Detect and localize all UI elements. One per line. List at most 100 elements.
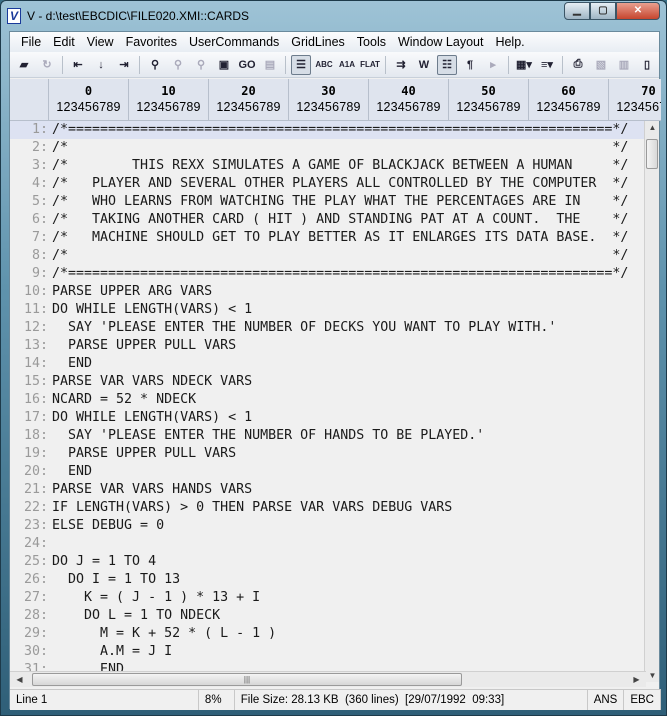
vertical-scrollbar[interactable]: ▲ ▼ (644, 121, 659, 682)
line-text[interactable]: M = K + 52 * ( L - 1 ) (48, 625, 276, 643)
code-line[interactable]: 20: END (10, 463, 646, 481)
line-text[interactable]: ELSE DEBUG = 0 (48, 517, 164, 535)
code-line[interactable]: 7:/* MACHINE SHOULD GET TO PLAY BETTER A… (10, 229, 646, 247)
line-text[interactable]: /* THIS REXX SIMULATES A GAME OF BLACKJA… (48, 157, 628, 175)
line-text[interactable] (48, 535, 52, 553)
line-text[interactable]: K = ( J - 1 ) * 13 + I (48, 589, 260, 607)
code-line[interactable]: 15: PARSE VAR VARS NDECK VARS (10, 373, 646, 391)
menu-window-layout[interactable]: Window Layout (392, 35, 489, 49)
line-text[interactable]: /* TAKING ANOTHER CARD ( HIT ) AND STAND… (48, 211, 628, 229)
code-line[interactable]: 1:/*====================================… (10, 121, 646, 139)
code-line[interactable]: 5:/* WHO LEARNS FROM WATCHING THE PLAY W… (10, 193, 646, 211)
find-button[interactable]: ⚲ (145, 55, 165, 75)
menu-gridlines[interactable]: GridLines (285, 35, 351, 49)
print-preview-button[interactable]: ▧ (591, 55, 611, 75)
line-text[interactable]: PARSE UPPER ARG VARS (48, 283, 212, 301)
next-file-button[interactable]: ⇥ (114, 55, 134, 75)
line-text[interactable]: A.M = J I (48, 643, 172, 661)
line-text[interactable]: /* */ (48, 139, 628, 157)
code-line[interactable]: 14: END (10, 355, 646, 373)
menu-tools[interactable]: Tools (351, 35, 392, 49)
code-line[interactable]: 22: IF LENGTH(VARS) > 0 THEN PARSE VAR VA… (10, 499, 646, 517)
code-line[interactable]: 16: NCARD = 52 * NDECK (10, 391, 646, 409)
line-text[interactable]: SAY 'PLEASE ENTER THE NUMBER OF DECKS YO… (48, 319, 556, 337)
code-line[interactable]: 27: K = ( J - 1 ) * 13 + I (10, 589, 646, 607)
code-line[interactable]: 23: ELSE DEBUG = 0 (10, 517, 646, 535)
pilcrow-button[interactable]: ¶ (460, 55, 480, 75)
menu-view[interactable]: View (81, 35, 120, 49)
line-text[interactable]: PARSE VAR VARS NDECK VARS (48, 373, 252, 391)
menu-help[interactable]: Help. (489, 35, 530, 49)
reload-button[interactable]: ↻ (37, 55, 57, 75)
line-text[interactable]: /* */ (48, 247, 628, 265)
line-text[interactable]: DO J = 1 TO 4 (48, 553, 156, 571)
paste-button[interactable]: ▤ (260, 55, 280, 75)
text-editor[interactable]: 1:/*====================================… (10, 121, 646, 671)
layout-button[interactable]: ▦▾ (514, 55, 534, 75)
hex-button[interactable]: A1A (337, 55, 357, 75)
code-line[interactable]: 31: END (10, 661, 646, 671)
scroll-right-icon[interactable]: ▶ (629, 675, 644, 684)
line-text[interactable]: /*======================================… (48, 265, 628, 283)
open-folder-button[interactable]: ▰ (14, 55, 34, 75)
export-button[interactable]: ▥ (614, 55, 634, 75)
code-line[interactable]: 2:/* */ (10, 139, 646, 157)
close-button[interactable]: ✕ (616, 2, 660, 20)
abc-def-button[interactable]: ABC (314, 55, 334, 75)
menu-edit[interactable]: Edit (47, 35, 81, 49)
line-text[interactable]: END (48, 463, 92, 481)
gridlines-button[interactable]: ≡▾ (537, 55, 557, 75)
line-text[interactable]: PARSE VAR VARS HANDS VARS (48, 481, 252, 499)
menu-usercommands[interactable]: UserCommands (183, 35, 285, 49)
line-text[interactable]: /* WHO LEARNS FROM WATCHING THE PLAY WHA… (48, 193, 628, 211)
scroll-left-icon[interactable]: ◀ (12, 675, 27, 684)
line-text[interactable]: DO I = 1 TO 13 (48, 571, 180, 589)
vertical-scroll-thumb[interactable] (646, 139, 658, 169)
find-prev-button[interactable]: ⚲ (191, 55, 211, 75)
code-line[interactable]: 19: PARSE UPPER PULL VARS (10, 445, 646, 463)
line-text[interactable]: SAY 'PLEASE ENTER THE NUMBER OF HANDS TO… (48, 427, 484, 445)
print-button[interactable]: ⎙ (568, 55, 588, 75)
code-line[interactable]: 17: DO WHILE LENGTH(VARS) < 1 (10, 409, 646, 427)
prev-file-button[interactable]: ⇤ (68, 55, 88, 75)
line-text[interactable]: END (48, 661, 124, 671)
minimize-button[interactable]: ▁ (564, 2, 590, 20)
line-text[interactable]: DO WHILE LENGTH(VARS) < 1 (48, 409, 252, 427)
code-line[interactable]: 25: DO J = 1 TO 4 (10, 553, 646, 571)
line-numbers-button[interactable]: ☷ (437, 54, 457, 75)
scroll-up-icon[interactable]: ▲ (645, 123, 660, 132)
flat-button[interactable]: FLAT (360, 55, 380, 75)
scroll-down-icon[interactable]: ▼ (645, 671, 660, 680)
line-text[interactable]: DO L = 1 TO NDECK (48, 607, 220, 625)
menu-file[interactable]: File (15, 35, 47, 49)
code-line[interactable]: 24: (10, 535, 646, 553)
line-text[interactable]: NCARD = 52 * NDECK (48, 391, 196, 409)
goto-button[interactable]: GO (237, 55, 257, 75)
code-line[interactable]: 8:/* */ (10, 247, 646, 265)
code-line[interactable]: 28: DO L = 1 TO NDECK (10, 607, 646, 625)
line-text[interactable]: PARSE UPPER PULL VARS (48, 445, 236, 463)
bookmark-button[interactable]: ▸ (483, 55, 503, 75)
line-text[interactable]: PARSE UPPER PULL VARS (48, 337, 236, 355)
code-line[interactable]: 9:/*====================================… (10, 265, 646, 283)
wrap-button[interactable]: ⇉ (391, 55, 411, 75)
code-line[interactable]: 30: A.M = J I (10, 643, 646, 661)
line-text[interactable]: /*======================================… (48, 121, 628, 139)
line-text[interactable]: END (48, 355, 92, 373)
maximize-button[interactable]: ▢ (590, 2, 616, 20)
down-button[interactable]: ↓ (91, 55, 111, 75)
horizontal-scroll-thumb[interactable]: ||| (32, 673, 462, 686)
menu-favorites[interactable]: Favorites (120, 35, 183, 49)
code-line[interactable]: 6:/* TAKING ANOTHER CARD ( HIT ) AND STA… (10, 211, 646, 229)
code-line[interactable]: 12: SAY 'PLEASE ENTER THE NUMBER OF DECK… (10, 319, 646, 337)
code-line[interactable]: 3:/* THIS REXX SIMULATES A GAME OF BLACK… (10, 157, 646, 175)
code-line[interactable]: 29: M = K + 52 * ( L - 1 ) (10, 625, 646, 643)
text-mode-button[interactable]: ☰ (291, 54, 311, 75)
find-in-files-button[interactable]: ▣ (214, 55, 234, 75)
code-line[interactable]: 4:/* PLAYER AND SEVERAL OTHER PLAYERS AL… (10, 175, 646, 193)
horizontal-scrollbar[interactable]: ◀ ||| ▶ (10, 671, 646, 687)
code-line[interactable]: 26: DO I = 1 TO 13 (10, 571, 646, 589)
code-line[interactable]: 10: PARSE UPPER ARG VARS (10, 283, 646, 301)
code-line[interactable]: 11: DO WHILE LENGTH(VARS) < 1 (10, 301, 646, 319)
code-line[interactable]: 21: PARSE VAR VARS HANDS VARS (10, 481, 646, 499)
